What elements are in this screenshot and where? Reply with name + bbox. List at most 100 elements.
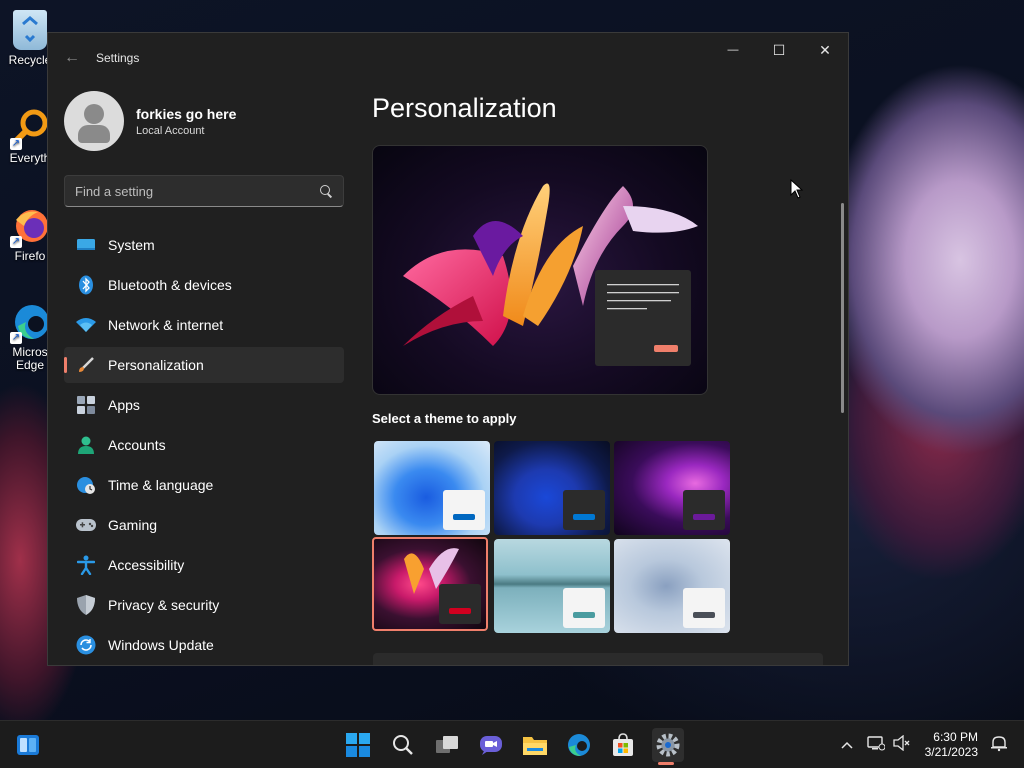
theme-section-label: Select a theme to apply [372,411,517,426]
sidebar-item-label: Time & language [108,477,214,493]
sidebar-item-apps[interactable]: Apps [64,387,344,423]
theme-thumbnail-glow[interactable] [614,441,730,535]
clock-time: 6:30 PM [933,730,978,744]
minimize-icon: — [727,44,739,56]
sidebar-item-label: Privacy & security [108,597,220,613]
close-icon: ✕ [819,41,831,58]
store-button[interactable] [608,730,638,760]
shortcut-arrow-icon: ↗ [10,138,22,150]
page-title: Personalization [372,93,557,123]
apps-icon [76,395,96,415]
maximize-icon: ☐ [772,41,786,58]
user-profile[interactable]: forkies go here Local Account [64,91,236,151]
sidebar-item-label: Bluetooth & devices [108,277,232,293]
scrollbar[interactable] [841,203,844,413]
task-view-icon [436,736,458,753]
avatar-body [78,125,110,143]
shortcut-arrow-icon: ↗ [10,236,22,248]
sidebar-item-network[interactable]: Network & internet [64,307,344,343]
store-icon [613,733,633,756]
search-box[interactable] [64,175,344,207]
settings-taskbar-button[interactable] [652,728,684,762]
sidebar-item-label: Accounts [108,437,166,453]
gamepad-icon [76,515,96,535]
mouse-cursor-icon [790,179,804,199]
title-bar[interactable]: ← Settings — ☐ ✕ [48,33,848,83]
sidebar-item-personalization[interactable]: Personalization [64,347,344,383]
taskbar: 6:30 PM 3/21/2023 [0,720,1024,768]
clock[interactable]: 6:30 PM 3/21/2023 [925,730,978,760]
network-icon[interactable] [866,735,886,756]
firefox-icon: ↗ [10,206,50,248]
accessibility-icon [76,555,96,575]
back-button[interactable]: ← [48,33,96,83]
edge-icon: ↗ [10,302,50,344]
avatar-head [84,104,104,124]
shield-icon [76,595,96,615]
sidebar-item-label: Accessibility [108,557,185,573]
back-arrow-icon: ← [64,49,80,66]
avatar [64,91,124,151]
running-indicator [658,762,674,765]
sidebar-item-label: Gaming [108,517,158,533]
paintbrush-icon [76,355,96,375]
taskbar-search-button[interactable] [388,730,418,760]
clock-date: 3/21/2023 [924,745,978,759]
chat-button[interactable] [476,730,506,760]
sidebar-item-label: System [108,237,155,253]
theme-thumbnail-windows-dark[interactable] [494,441,610,535]
sidebar-item-label: Personalization [108,357,204,373]
maximize-button[interactable]: ☐ [756,33,802,67]
chevron-up-icon[interactable] [841,736,853,754]
widgets-button[interactable] [13,730,43,760]
sidebar: forkies go here Local Account System Blu… [48,83,358,665]
sidebar-item-label: Apps [108,397,140,413]
theme-mini-window [683,490,725,530]
person-icon [76,435,96,455]
everything-search-icon: ↗ [10,108,50,150]
sidebar-item-privacy[interactable]: Privacy & security [64,587,344,623]
nav-list: System Bluetooth & devices Network & int… [64,227,344,665]
globe-clock-icon [76,475,96,495]
edge-icon [568,734,590,756]
recycle-bin-icon [13,10,47,50]
sidebar-item-gaming[interactable]: Gaming [64,507,344,543]
theme-mini-window [683,588,725,628]
edge-taskbar-button[interactable] [564,730,594,760]
file-explorer-icon [523,737,547,755]
settings-icon [656,733,680,757]
theme-mini-window [563,490,605,530]
start-button[interactable] [343,730,373,760]
sidebar-item-accounts[interactable]: Accounts [64,427,344,463]
theme-thumbnail-captured-motion[interactable] [372,537,488,631]
theme-preview [372,145,708,395]
sidebar-item-system[interactable]: System [64,227,344,263]
theme-thumbnail-sunrise[interactable] [494,539,610,633]
settings-window: ← Settings — ☐ ✕ forkies go here Local A… [47,32,849,666]
wallpaper-preview-image [403,183,698,366]
sidebar-item-bluetooth[interactable]: Bluetooth & devices [64,267,344,303]
sidebar-item-accessibility[interactable]: Accessibility [64,547,344,583]
update-icon [76,635,96,655]
settings-card-partial[interactable] [373,653,823,665]
sidebar-item-windows-update[interactable]: Windows Update [64,627,344,663]
widgets-icon [17,735,39,755]
theme-thumbnail-flow[interactable] [614,539,730,633]
volume-muted-icon[interactable] [892,734,911,756]
search-icon [393,735,413,755]
theme-thumbnail-windows-light[interactable] [374,441,490,535]
theme-mini-window [563,588,605,628]
sidebar-item-time-language[interactable]: Time & language [64,467,344,503]
task-view-button[interactable] [432,730,462,760]
theme-mini-window [443,490,485,530]
shortcut-arrow-icon: ↗ [10,332,22,344]
minimize-button[interactable]: — [710,33,756,67]
file-explorer-button[interactable] [520,730,550,760]
sidebar-item-label: Network & internet [108,317,224,333]
notification-icon[interactable] [990,734,1008,757]
system-display-icon [76,235,96,255]
theme-mini-window [439,584,481,624]
close-button[interactable]: ✕ [802,33,848,67]
search-icon[interactable] [319,184,333,198]
search-input[interactable] [75,183,319,199]
